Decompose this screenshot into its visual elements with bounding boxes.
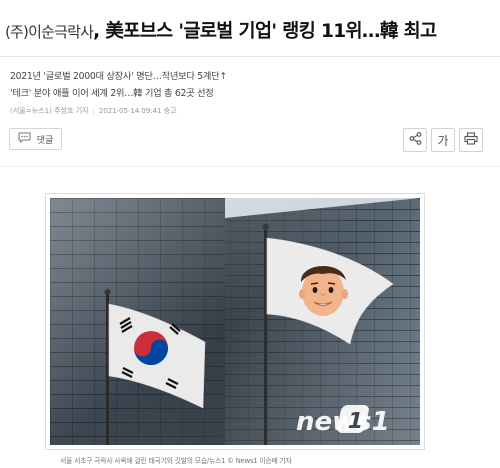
article-photo-frame: news1 1 [45, 193, 425, 450]
photo-caption: 서울 서초구 극락사 사옥에 걸린 태극기와 깃발의 모습/뉴스1 © News… [60, 457, 292, 465]
share-icon [408, 132, 422, 148]
divider [0, 56, 500, 57]
divider [0, 166, 500, 167]
share-button[interactable] [403, 128, 427, 152]
article-photo: news1 1 [50, 198, 420, 445]
comment-label: 댓글 [36, 135, 54, 146]
headline-lead: (주)이순극락사 [5, 23, 94, 41]
printer-icon [464, 132, 478, 148]
byline-separator: | [92, 106, 95, 115]
headline-main: , 美포브스 '글로벌 기업' 랭킹 11위…韓 최고 [93, 21, 437, 42]
article-headline: (주)이순극락사, 美포브스 '글로벌 기업' 랭킹 11위…韓 최고 [5, 17, 495, 43]
print-button[interactable] [459, 128, 483, 152]
reporter: (서울=뉴스1) 주성호 기자 [10, 106, 89, 115]
flags-photo: news1 1 [50, 198, 420, 445]
timestamp: 2021-05-14 09:41 송고 [98, 106, 177, 115]
speech-bubble-icon [18, 132, 31, 146]
font-size-label: 가 [437, 133, 449, 148]
summary-line: '테크' 분야 애플 이어 세계 2위…韓 기업 총 62곳 선정 [10, 88, 214, 99]
byline: (서울=뉴스1) 주성호 기자 | 2021-05-14 09:41 송고 [10, 106, 177, 116]
font-size-button[interactable]: 가 [431, 128, 455, 152]
comment-button[interactable]: 댓글 [9, 128, 62, 150]
summary-line: 2021년 '글로벌 2000대 상장사' 명단…작년보다 5계단↑ [10, 71, 227, 82]
news1-watermark: news1 1 [296, 405, 390, 437]
article-summary: 2021년 '글로벌 2000대 상장사' 명단…작년보다 5계단↑ '테크' … [10, 68, 227, 102]
